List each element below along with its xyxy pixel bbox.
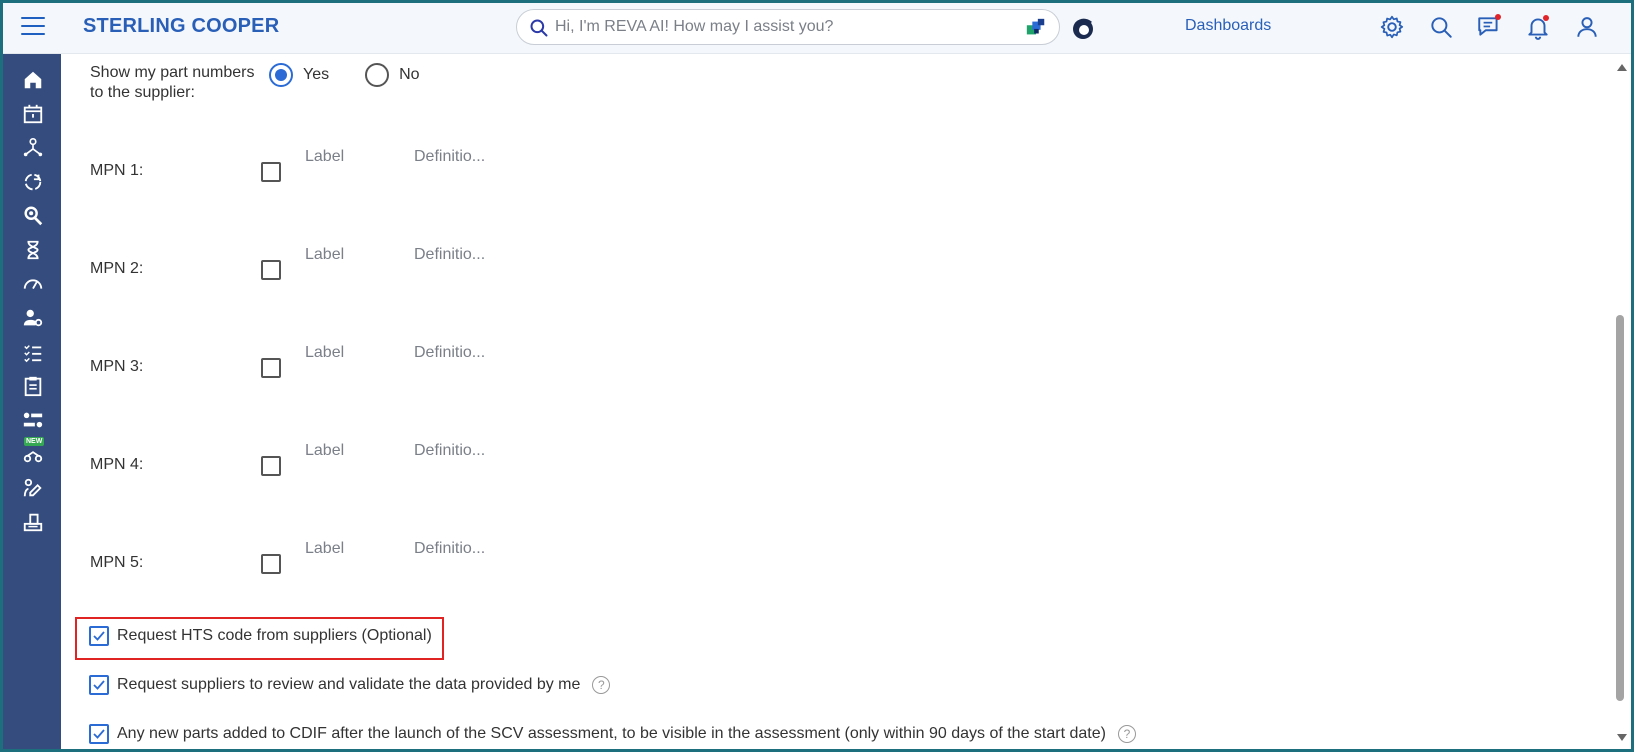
scroll-up-arrow-icon[interactable]	[1617, 64, 1627, 71]
mpn-row-5: MPN 5: Label Definitio...	[61, 540, 661, 606]
podium-icon[interactable]	[21, 510, 45, 534]
mpn-5-label-input[interactable]: Label	[305, 540, 344, 558]
mpn-2-definition-input[interactable]: Definitio...	[414, 246, 485, 264]
mpn-2-checkbox[interactable]	[261, 260, 281, 280]
scroll-thumb[interactable]	[1616, 315, 1624, 701]
search-icon	[530, 19, 548, 37]
review-data-label: Request suppliers to review and validate…	[117, 676, 581, 693]
new-feature-icon[interactable]: NEW	[21, 437, 45, 466]
calendar-icon[interactable]	[21, 102, 45, 126]
chat-icon[interactable]	[1476, 14, 1502, 40]
help-icon[interactable]: ?	[592, 676, 611, 694]
gear-icon[interactable]	[1379, 14, 1405, 40]
search-person-icon[interactable]	[21, 204, 45, 228]
scroll-down-arrow-icon[interactable]	[1617, 734, 1627, 741]
ai-assist-icon[interactable]	[1025, 17, 1047, 39]
mpn-row-3: MPN 3: Label Definitio...	[61, 344, 661, 410]
refresh-cycle-icon[interactable]	[21, 170, 45, 194]
user-settings-icon[interactable]	[21, 306, 45, 330]
gauge-icon[interactable]	[21, 272, 45, 296]
option-review-data: Request suppliers to review and validate…	[89, 675, 611, 695]
show-part-numbers-label: Show my part numbers to the supplier:	[90, 64, 255, 101]
checkmark-icon	[93, 729, 105, 739]
search-icon[interactable]	[1428, 14, 1454, 40]
mpn-3-label-input[interactable]: Label	[305, 344, 344, 362]
sign-icon[interactable]	[21, 476, 45, 500]
sidebar: NEW	[3, 54, 61, 749]
review-data-checkbox[interactable]	[89, 675, 109, 695]
help-icon[interactable]: ?	[1117, 725, 1136, 743]
notification-dot	[1495, 14, 1501, 20]
mpn-4-definition-input[interactable]: Definitio...	[414, 442, 485, 460]
mpn-3-checkbox[interactable]	[261, 358, 281, 378]
mpn-3-definition-input[interactable]: Definitio...	[414, 344, 485, 362]
mpn-row-4: MPN 4: Label Definitio...	[61, 442, 661, 508]
highlight-box	[75, 617, 444, 660]
reva-icon[interactable]	[1071, 15, 1095, 41]
mpn-1-label-input[interactable]: Label	[305, 148, 344, 166]
mpn-1-definition-input[interactable]: Definitio...	[414, 148, 485, 166]
mpn-5-definition-input[interactable]: Definitio...	[414, 540, 485, 558]
dashboards-link[interactable]: Dashboards	[1185, 17, 1271, 35]
search-input[interactable]	[555, 14, 995, 40]
mpn-label: MPN 4:	[90, 456, 144, 473]
mpn-5-checkbox[interactable]	[261, 554, 281, 574]
top-header: STERLING COOPER Dashboards	[3, 3, 1631, 54]
option-new-parts-visible: Any new parts added to CDIF after the la…	[89, 724, 1136, 744]
mpn-label: MPN 3:	[90, 358, 144, 375]
menu-icon[interactable]	[21, 17, 45, 37]
search-bar[interactable]	[516, 9, 1060, 45]
mpn-row-1: MPN 1: Label Definitio...	[61, 148, 661, 214]
hourglass-icon[interactable]	[21, 238, 45, 262]
bell-icon[interactable]	[1525, 14, 1551, 40]
checklist-icon[interactable]	[21, 340, 45, 364]
mpn-label: MPN 2:	[90, 260, 144, 277]
radio-yes[interactable]	[269, 63, 293, 87]
radio-no[interactable]	[365, 63, 390, 87]
hierarchy-icon[interactable]	[21, 136, 45, 160]
new-badge: NEW	[24, 437, 45, 446]
radio-no-label: No	[399, 66, 420, 83]
show-part-numbers-radio-group: Yes No	[269, 63, 456, 87]
mpn-label: MPN 5:	[90, 554, 144, 571]
checkmark-icon	[93, 680, 105, 690]
mpn-1-checkbox[interactable]	[261, 162, 281, 182]
new-parts-visible-checkbox[interactable]	[89, 724, 109, 744]
home-icon[interactable]	[21, 68, 45, 92]
mpn-2-label-input[interactable]: Label	[305, 246, 344, 264]
mpn-4-checkbox[interactable]	[261, 456, 281, 476]
notification-dot	[1543, 15, 1549, 21]
brand-logo: STERLING COOPER	[83, 15, 280, 37]
new-parts-visible-label: Any new parts added to CDIF after the la…	[117, 725, 1106, 742]
transfer-icon[interactable]	[21, 408, 45, 432]
mpn-row-2: MPN 2: Label Definitio...	[61, 246, 661, 312]
vertical-scrollbar[interactable]	[1614, 54, 1631, 749]
clipboard-icon[interactable]	[21, 374, 45, 398]
radio-yes-label: Yes	[303, 66, 330, 83]
app-window: STERLING COOPER Dashboards	[0, 0, 1634, 752]
mpn-4-label-input[interactable]: Label	[305, 442, 344, 460]
mpn-label: MPN 1:	[90, 162, 144, 179]
user-icon[interactable]	[1574, 14, 1600, 40]
